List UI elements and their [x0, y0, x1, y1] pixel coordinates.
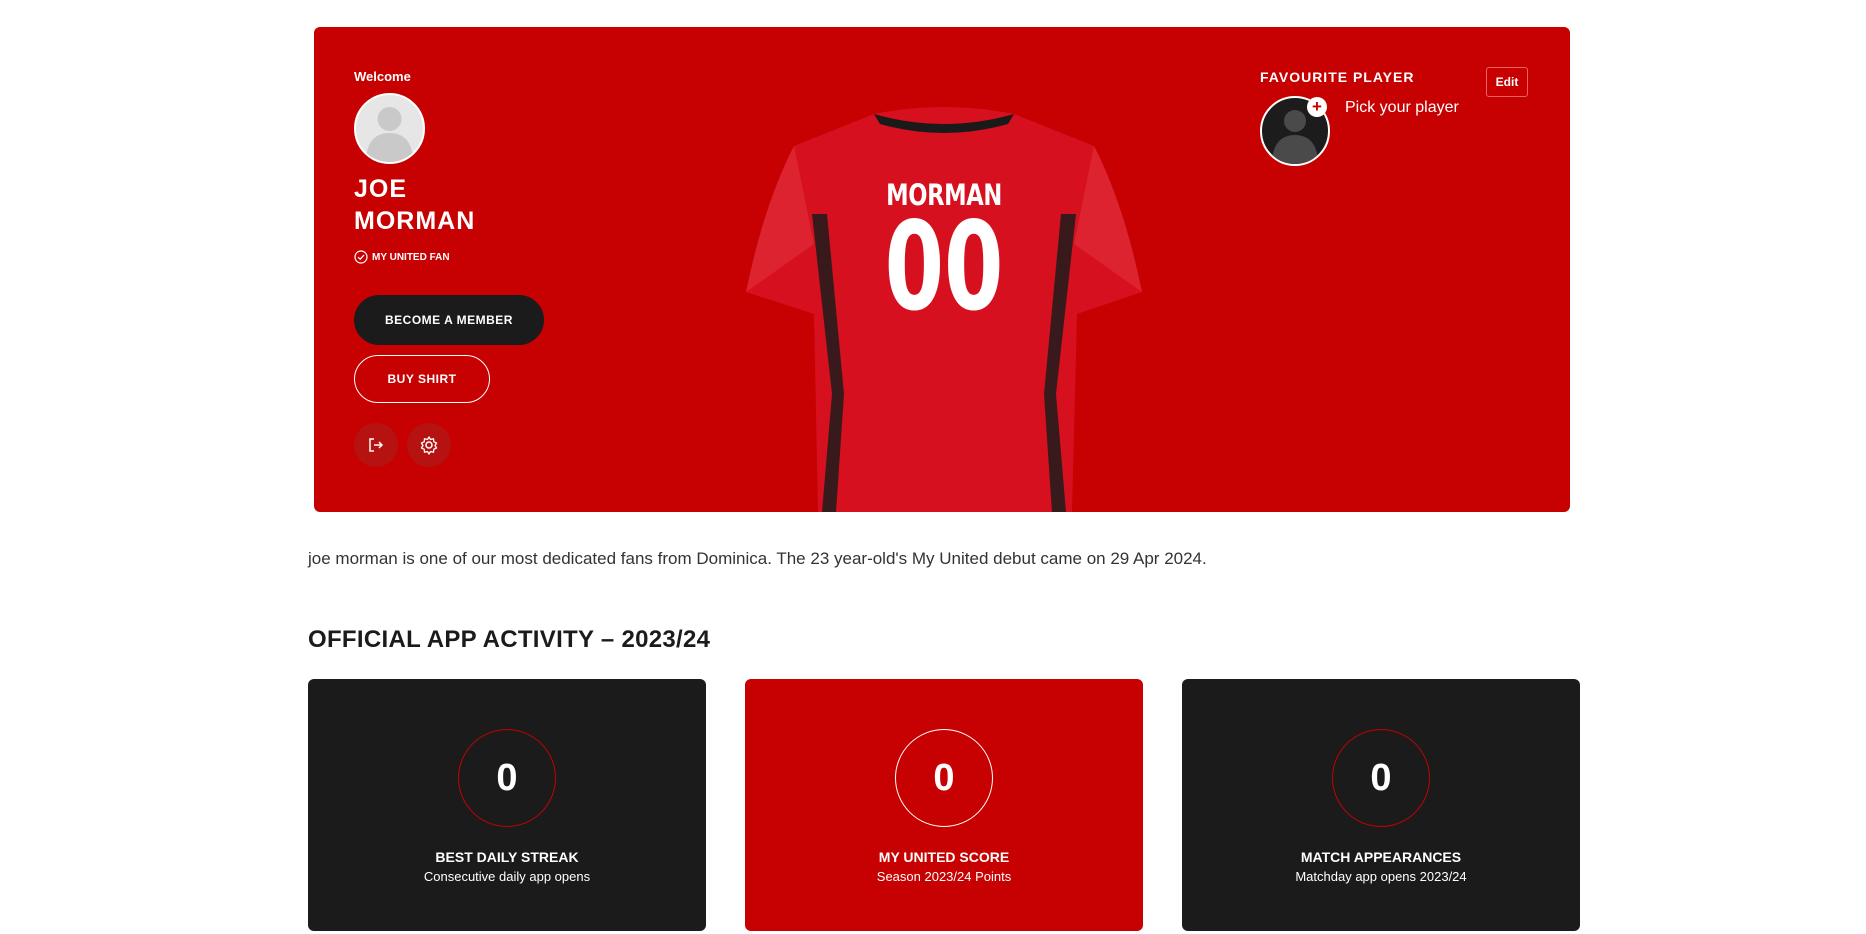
become-member-button[interactable]: BECOME A MEMBER: [354, 295, 544, 345]
shirt-preview: MORMAN 00: [732, 94, 1156, 512]
stat-value: 0: [895, 729, 993, 827]
stat-value: 0: [1332, 729, 1430, 827]
profile-hero: Welcome JOE MORMAN MY UNITED FAN BECOME …: [314, 27, 1570, 512]
welcome-label: Welcome: [354, 69, 411, 84]
person-silhouette-icon: [366, 107, 413, 162]
stat-subtitle: Matchday app opens 2023/24: [1295, 869, 1467, 884]
pick-player-link[interactable]: Pick your player: [1345, 99, 1459, 117]
favourite-player-title: FAVOURITE PLAYER: [1260, 69, 1415, 85]
stat-subtitle: Consecutive daily app opens: [423, 869, 591, 884]
shirt-number: 00: [884, 196, 1004, 338]
stat-label: MY UNITED SCORE: [878, 849, 1010, 865]
stat-value: 0: [458, 729, 556, 827]
user-avatar[interactable]: [354, 93, 425, 164]
logout-button[interactable]: [354, 423, 398, 467]
fan-name: JOE MORMAN: [354, 173, 554, 237]
stat-card-daily-streak: 0 BEST DAILY STREAK Consecutive daily ap…: [308, 679, 706, 931]
edit-button[interactable]: Edit: [1486, 67, 1528, 97]
fan-badge-label: MY UNITED FAN: [372, 251, 450, 263]
fan-badge: MY UNITED FAN: [354, 250, 450, 264]
stat-card-united-score: 0 MY UNITED SCORE Season 2023/24 Points: [745, 679, 1143, 931]
buy-shirt-button[interactable]: BUY SHIRT: [354, 355, 490, 403]
settings-button[interactable]: [407, 423, 451, 467]
logout-icon: [369, 438, 384, 452]
stat-card-match-appearances: 0 MATCH APPEARANCES Matchday app opens 2…: [1182, 679, 1580, 931]
check-circle-icon: [354, 250, 368, 264]
stat-subtitle: Season 2023/24 Points: [876, 869, 1012, 884]
gear-icon: [420, 436, 438, 455]
last-name: MORMAN: [354, 207, 476, 235]
activity-section-title: OFFICIAL APP ACTIVITY – 2023/24: [308, 626, 711, 653]
add-player-icon[interactable]: +: [1307, 97, 1327, 117]
stat-label: BEST DAILY STREAK: [435, 849, 579, 865]
first-name: JOE: [354, 175, 408, 203]
fan-bio: joe morman is one of our most dedicated …: [308, 549, 1207, 568]
stat-label: MATCH APPEARANCES: [1300, 849, 1462, 865]
